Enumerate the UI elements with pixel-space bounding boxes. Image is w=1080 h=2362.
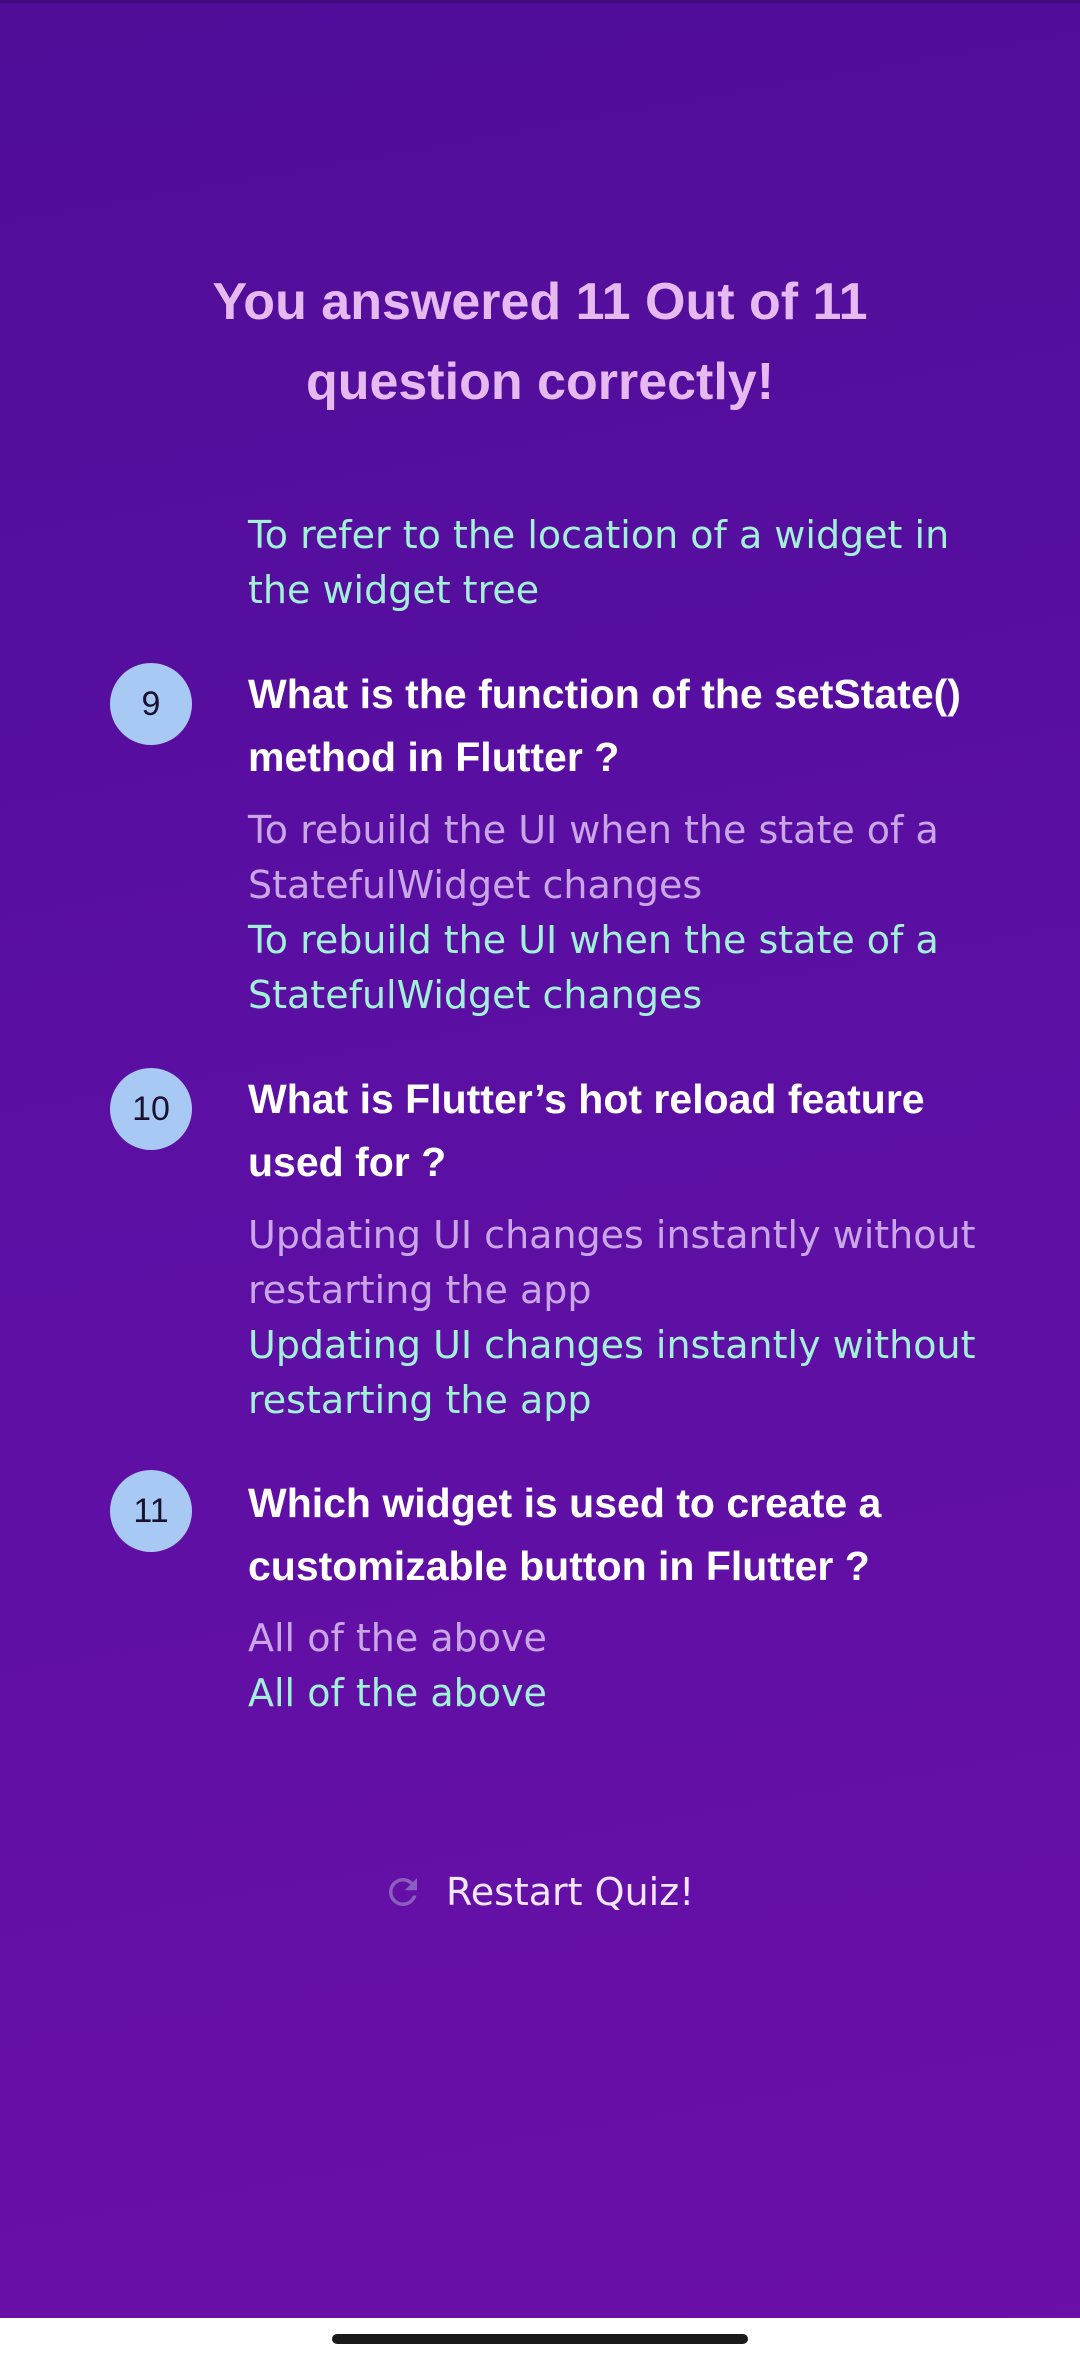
- user-answer-text: All of the above: [248, 1616, 547, 1660]
- restart-quiz-label: Restart Quiz!: [446, 1870, 695, 1914]
- home-indicator[interactable]: [332, 2334, 748, 2344]
- question-number-badge: 10: [110, 1068, 192, 1150]
- results-title: You answered 11 Out of 11 question corre…: [212, 273, 868, 411]
- user-answer-text: To rebuild the UI when the state of a St…: [248, 808, 939, 907]
- refresh-icon: [380, 1869, 426, 1915]
- quiz-results-screen: You answered 11 Out of 11 question corre…: [0, 0, 1080, 2362]
- question-text: What is Flutter’s hot reload feature use…: [248, 1076, 925, 1185]
- correct-answer-text: Updating UI changes instantly without re…: [248, 1323, 976, 1422]
- status-bar-edge: [0, 0, 1080, 3]
- restart-quiz-button[interactable]: Restart Quiz!: [380, 1862, 694, 1922]
- correct-answer-text: All of the above: [248, 1671, 547, 1715]
- user-answer-text: Updating UI changes instantly without re…: [248, 1213, 976, 1312]
- question-text: What is the function of the setState() m…: [248, 671, 961, 780]
- question-number-badge: 11: [110, 1470, 192, 1552]
- correct-answer-text: To rebuild the UI when the state of a St…: [248, 918, 939, 1017]
- question-text: Which widget is used to create a customi…: [248, 1480, 882, 1589]
- question-number-badge: 9: [110, 663, 192, 745]
- correct-answer-text: To refer to the location of a widget in …: [248, 513, 950, 612]
